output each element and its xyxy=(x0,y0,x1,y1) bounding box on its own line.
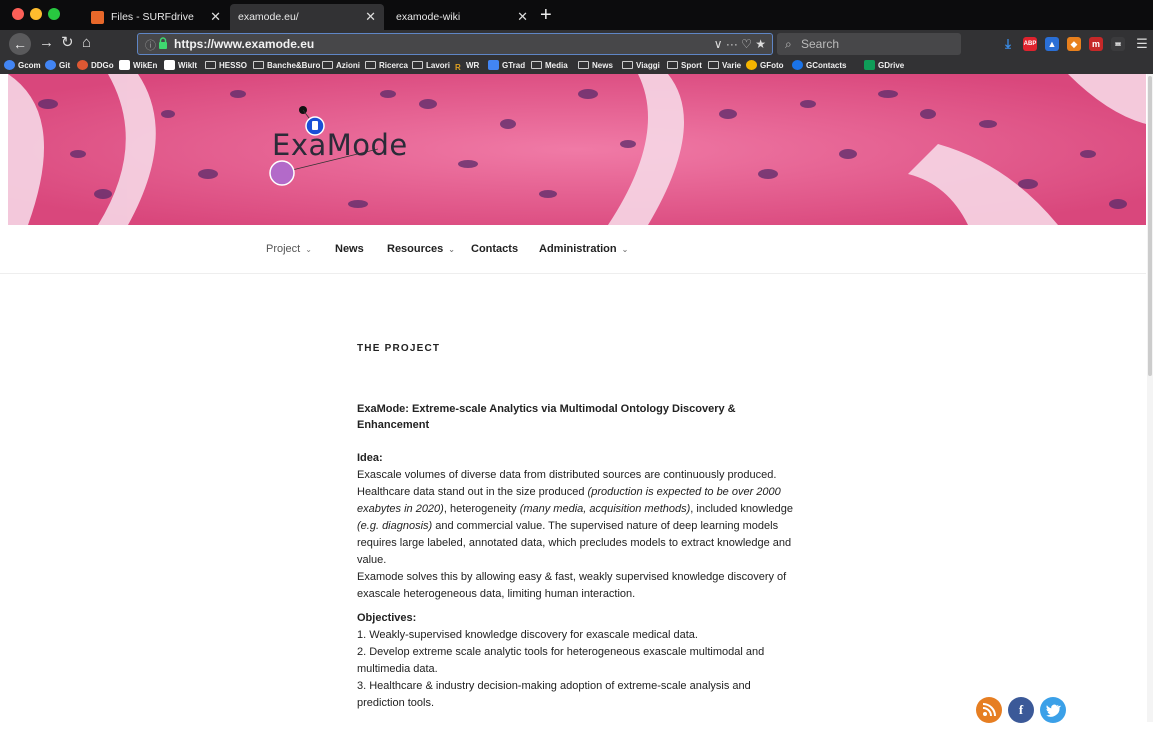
project-headline: ExaMode: Extreme-scale Analytics via Mul… xyxy=(357,403,736,431)
bookmark-wiken[interactable]: WikEn xyxy=(119,58,157,74)
chevron-down-icon: ⌄ xyxy=(621,245,629,254)
lock-icon xyxy=(159,37,167,49)
folder-icon xyxy=(253,61,264,69)
close-tab-icon[interactable]: ✕ xyxy=(517,4,528,30)
folder-icon xyxy=(365,61,376,69)
scrollbar-thumb[interactable] xyxy=(1148,76,1152,376)
bookmark-wr[interactable]: R WR xyxy=(455,58,479,74)
close-tab-icon[interactable]: ✕ xyxy=(365,4,376,30)
search-input[interactable]: ⌕ Search xyxy=(777,33,961,55)
site-navigation: Project ⌄ News Resources ⌄ Contacts Admini… xyxy=(0,225,1146,274)
back-button[interactable]: ← xyxy=(9,33,31,55)
reload-icon[interactable]: ↻ xyxy=(61,33,74,53)
nav-item-contacts[interactable]: Contacts xyxy=(471,243,518,255)
hero-banner: ExaMode xyxy=(8,74,1146,225)
bookmark-lavori[interactable]: Lavori xyxy=(412,58,450,74)
bookmark-viaggi[interactable]: Viaggi xyxy=(622,58,660,74)
bookmark-gtrad[interactable]: GTrad xyxy=(488,58,525,74)
idea-heading: Idea: xyxy=(357,452,383,464)
adblock-icon[interactable]: ABP xyxy=(1023,37,1037,51)
folder-icon xyxy=(578,61,589,69)
folder-icon xyxy=(708,61,719,69)
objective-item: 3. Healthcare & industry decision-making… xyxy=(357,680,751,709)
bookmark-news[interactable]: News xyxy=(578,58,613,74)
chevron-down-icon: ⌄ xyxy=(305,245,312,254)
idea-section: Idea: Exascale volumes of diverse data f… xyxy=(357,450,801,603)
folder-icon xyxy=(622,61,633,69)
url-bar[interactable]: ⓘ https://www.examode.eu ∨ ··· ♡ ★ xyxy=(137,33,773,55)
bookmark-gcom[interactable]: Gcom xyxy=(4,58,41,74)
bookmark-ddgo[interactable]: DDGo xyxy=(77,58,114,74)
tissue-background-image xyxy=(8,74,1146,225)
bookmark-varie[interactable]: Varie xyxy=(708,58,741,74)
download-icon[interactable]: ⤓ xyxy=(1001,37,1015,51)
bookmark-banche-buro[interactable]: Banche&Buro xyxy=(253,58,320,74)
folder-icon xyxy=(412,61,423,69)
objective-item: 1. Weakly-supervised knowledge discovery… xyxy=(357,629,698,641)
tab-examode-wiki[interactable]: examode-wiki ✕ xyxy=(388,4,536,30)
info-icon[interactable]: ⓘ xyxy=(145,37,156,53)
bookmark-git[interactable]: Git xyxy=(45,58,70,74)
nav-item-administration[interactable]: Administration ⌄ xyxy=(539,243,628,255)
zoom-window-button[interactable] xyxy=(48,8,60,20)
twitter-icon[interactable] xyxy=(1040,697,1066,723)
bookmark-azioni[interactable]: Azioni xyxy=(322,58,360,74)
menu-icon[interactable]: ☰ xyxy=(1135,37,1149,51)
folder-icon xyxy=(205,61,216,69)
bookmark-media[interactable]: Media xyxy=(531,58,568,74)
nav-item-resources[interactable]: Resources ⌄ xyxy=(387,243,455,255)
bookmark-hesso[interactable]: HESSO xyxy=(205,58,247,74)
surfdrive-icon xyxy=(91,10,104,24)
bookmark-wikit[interactable]: WikIt xyxy=(164,58,197,74)
extension-fox-icon[interactable]: ◆ xyxy=(1067,37,1081,51)
folder-icon xyxy=(531,61,542,69)
section-title: THE PROJECT xyxy=(357,343,441,354)
minimize-window-button[interactable] xyxy=(30,8,42,20)
extension-eye-icon[interactable]: ≖ xyxy=(1111,37,1125,51)
objectives-heading: Objectives: xyxy=(357,612,417,624)
bookmark-gdrive[interactable]: GDrive xyxy=(864,58,904,74)
home-icon[interactable]: ⌂ xyxy=(82,33,91,53)
tab-surfdrive[interactable]: Files - SURFdrive ✕ xyxy=(83,4,229,30)
search-icon: ⌕ xyxy=(785,37,792,51)
bookmark-gcontacts[interactable]: GContacts xyxy=(792,58,846,74)
url-text: https://www.examode.eu xyxy=(174,37,315,51)
close-tab-icon[interactable]: ✕ xyxy=(210,4,221,30)
folder-icon xyxy=(667,61,678,69)
extension-m-icon[interactable]: m xyxy=(1089,37,1103,51)
examode-logo[interactable]: ExaMode xyxy=(272,128,408,162)
forward-button[interactable]: → xyxy=(39,33,54,53)
main-content: THE PROJECT ExaMode: Extreme-scale Analy… xyxy=(357,340,801,709)
nav-item-news[interactable]: News xyxy=(335,243,364,255)
bookmark-sport[interactable]: Sport xyxy=(667,58,702,74)
chevron-down-icon: ⌄ xyxy=(448,245,455,254)
tab-examode[interactable]: examode.eu/ ✕ xyxy=(230,4,384,30)
folder-icon xyxy=(322,61,333,69)
new-tab-button[interactable]: + xyxy=(540,3,552,27)
idea-paragraph: Exascale volumes of diverse data from di… xyxy=(357,469,794,566)
nav-item-project[interactable]: Project ⌄ xyxy=(266,243,312,255)
facebook-icon[interactable]: f xyxy=(1008,697,1034,723)
browser-tab-bar: Files - SURFdrive ✕ examode.eu/ ✕ examod… xyxy=(0,0,1153,30)
close-window-button[interactable] xyxy=(12,8,24,20)
extension-hat-icon[interactable]: ▲ xyxy=(1045,37,1059,51)
bookmark-ricerca[interactable]: Ricerca xyxy=(365,58,408,74)
idea-solution-paragraph: Examode solves this by allowing easy & f… xyxy=(357,571,787,600)
bookmark-gfoto[interactable]: GFoto xyxy=(746,58,784,74)
bookmarks-bar: Gcom Git DDGo WikEn WikIt HESSO Banche&B… xyxy=(0,58,1153,74)
rss-icon[interactable] xyxy=(976,697,1002,723)
objective-item: 2. Develop extreme scale analytic tools … xyxy=(357,646,765,675)
url-bar-tools[interactable]: ∨ ··· ♡ ★ xyxy=(714,34,766,54)
objectives-section: Objectives: 1. Weakly-supervised knowled… xyxy=(357,610,801,712)
